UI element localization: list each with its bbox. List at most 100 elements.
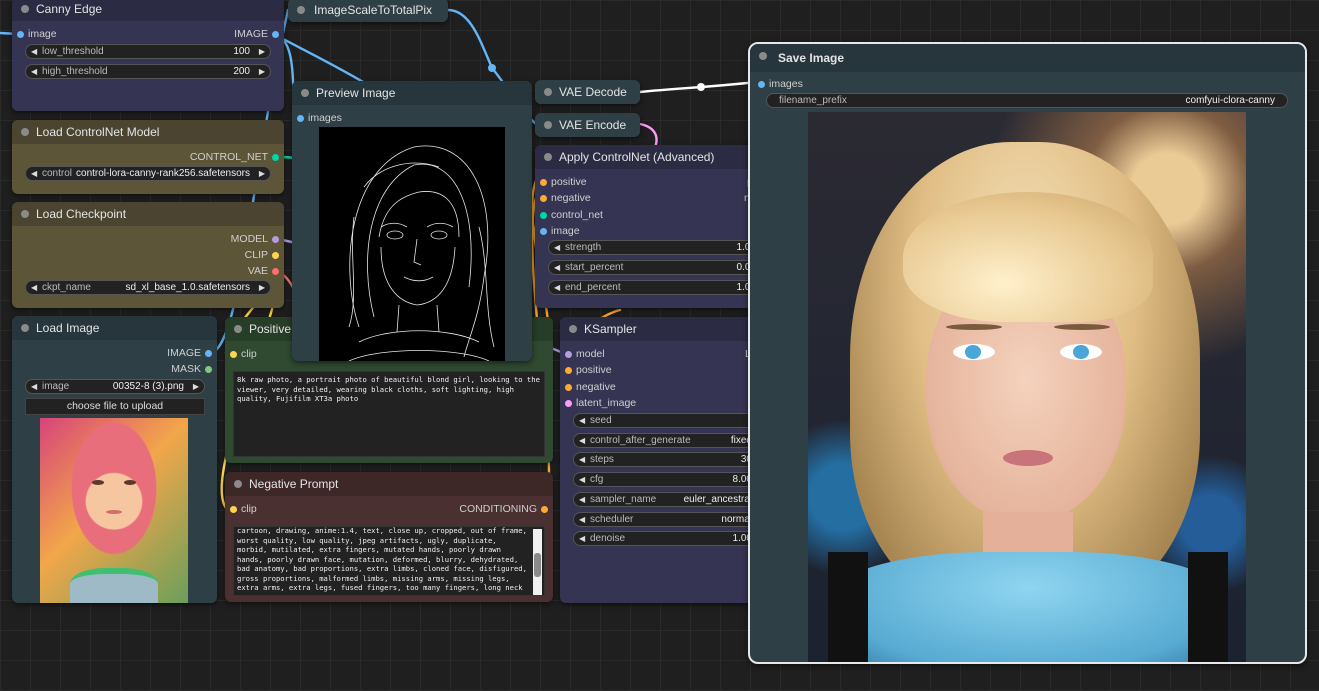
control-net-input-dot[interactable] <box>540 212 547 219</box>
decrement-arrow-icon[interactable]: ◀ <box>31 380 37 393</box>
low-threshold-widget[interactable]: ◀ low_threshold 100 ▶ <box>25 44 271 59</box>
ksampler-widget-sampler-name[interactable]: ◀ sampler_name euler_ancestral <box>573 491 760 507</box>
image-output-dot[interactable] <box>272 31 279 38</box>
image-file-widget[interactable]: ◀ image 00352-8 (3).png ▶ <box>25 379 205 394</box>
vae-encode-title[interactable]: VAE Encode <box>535 113 640 137</box>
load-controlnet-title[interactable]: Load ControlNet Model <box>12 120 284 144</box>
canny-edge-image-output[interactable]: IMAGE <box>160 27 280 41</box>
decrement-arrow-icon[interactable]: ◀ <box>579 414 585 427</box>
ksampler-widget-control-after-generate[interactable]: ◀ control_after_generate fixed <box>573 432 760 448</box>
clip-input-dot[interactable] <box>230 351 237 358</box>
ksampler-title[interactable]: KSampler <box>560 317 760 341</box>
apply-image-input[interactable]: image <box>539 224 659 238</box>
images-input-dot[interactable] <box>758 81 765 88</box>
decrement-arrow-icon[interactable]: ◀ <box>31 65 37 78</box>
ksampler-widget-scheduler[interactable]: ◀ scheduler normal <box>573 511 760 527</box>
preview-images-input[interactable]: images <box>296 111 416 125</box>
ksampler-latent-input[interactable]: latent_image <box>564 396 684 410</box>
clip-input-dot[interactable] <box>230 506 237 513</box>
ckpt-name-widget[interactable]: ◀ ckpt_name sd_xl_base_1.0.safetensors ▶ <box>25 280 271 295</box>
model-input-dot[interactable] <box>565 351 572 358</box>
negative-prompt-title[interactable]: Negative Prompt <box>225 472 553 496</box>
load-checkpoint-node[interactable]: Load Checkpoint MODEL CLIP VAE ◀ ckpt_na… <box>12 202 284 308</box>
conditioning-output[interactable]: CONDITIONING <box>389 502 549 516</box>
canny-edge-node[interactable]: Canny Edge image IMAGE ◀ low_threshold 1… <box>12 0 284 111</box>
end-percent-widget[interactable]: ◀ end_percent 1.00 <box>548 280 760 295</box>
positive-input-dot[interactable] <box>565 367 572 374</box>
positive-prompt-textarea[interactable]: 8k raw photo, a portrait photo of beauti… <box>233 371 545 457</box>
canny-edge-image-input[interactable]: image <box>16 27 136 41</box>
increment-arrow-icon[interactable]: ▶ <box>259 45 265 58</box>
preview-image-title[interactable]: Preview Image <box>292 81 532 105</box>
ksampler-model-input[interactable]: model <box>564 347 684 361</box>
vae-output-dot[interactable] <box>272 268 279 275</box>
control-net-output[interactable]: CONTROL_NET <box>120 150 280 164</box>
vae-decode-node[interactable]: VAE Decode <box>535 80 640 104</box>
decrement-arrow-icon[interactable]: ◀ <box>554 241 560 254</box>
ksampler-widget-denoise[interactable]: ◀ denoise 1.00 <box>573 531 760 547</box>
save-image-node[interactable]: Save Image images filename_prefix comfyu… <box>748 42 1307 664</box>
ksampler-widget-steps[interactable]: ◀ steps 30 <box>573 452 760 468</box>
image-output-dot[interactable] <box>205 350 212 357</box>
negative-input-dot[interactable] <box>540 195 547 202</box>
vae-decode-title[interactable]: VAE Decode <box>535 80 640 104</box>
negative-input-dot[interactable] <box>565 384 572 391</box>
decrement-arrow-icon[interactable]: ◀ <box>579 473 585 486</box>
negative-clip-input[interactable]: clip <box>229 502 349 516</box>
decrement-arrow-icon[interactable]: ◀ <box>31 281 37 294</box>
increment-arrow-icon[interactable]: ▶ <box>259 167 265 180</box>
mask-output-dot[interactable] <box>205 366 212 373</box>
load-image-node[interactable]: Load Image IMAGE MASK ◀ image 00352-8 (3… <box>12 316 217 603</box>
decrement-arrow-icon[interactable]: ◀ <box>579 513 585 526</box>
latent-input-dot[interactable] <box>565 400 572 407</box>
apply-control-net-input[interactable]: control_net <box>539 208 659 222</box>
load-image-image-output[interactable]: IMAGE <box>93 346 213 360</box>
vae-output[interactable]: VAE <box>120 264 280 278</box>
filename-prefix-widget[interactable]: filename_prefix comfyui-clora-canny <box>766 93 1288 108</box>
increment-arrow-icon[interactable]: ▶ <box>259 65 265 78</box>
model-output[interactable]: MODEL <box>120 232 280 246</box>
choose-file-button[interactable]: choose file to upload <box>25 398 205 415</box>
image-input-dot[interactable] <box>17 31 24 38</box>
load-image-title[interactable]: Load Image <box>12 316 217 340</box>
decrement-arrow-icon[interactable]: ◀ <box>554 261 560 274</box>
control-net-output-dot[interactable] <box>272 154 279 161</box>
start-percent-widget[interactable]: ◀ start_percent 0.00 <box>548 260 760 275</box>
vae-encode-node[interactable]: VAE Encode <box>535 113 640 137</box>
ksampler-node[interactable]: KSampler model positive negative latent_… <box>560 317 760 603</box>
decrement-arrow-icon[interactable]: ◀ <box>579 493 585 506</box>
apply-controlnet-title[interactable]: Apply ControlNet (Advanced) <box>535 145 760 169</box>
decrement-arrow-icon[interactable]: ◀ <box>579 532 585 545</box>
apply-positive-input[interactable]: positive <box>539 175 659 189</box>
textarea-scrollbar[interactable] <box>533 529 542 595</box>
negative-prompt-node[interactable]: Negative Prompt clip CONDITIONING cartoo… <box>225 472 553 602</box>
clip-output-dot[interactable] <box>272 252 279 259</box>
ksampler-widget-seed[interactable]: ◀ seed <box>573 413 760 428</box>
load-image-mask-output[interactable]: MASK <box>93 362 213 376</box>
apply-negative-input[interactable]: negative <box>539 191 659 205</box>
decrement-arrow-icon[interactable]: ◀ <box>554 281 560 294</box>
load-controlnet-node[interactable]: Load ControlNet Model CONTROL_NET ◀ cont… <box>12 120 284 194</box>
strength-widget[interactable]: ◀ strength 1.00 <box>548 240 760 255</box>
high-threshold-widget[interactable]: ◀ high_threshold 200 ▶ <box>25 64 271 79</box>
ksampler-negative-input[interactable]: negative <box>564 380 684 394</box>
save-images-input[interactable]: images <box>757 77 877 91</box>
images-input-dot[interactable] <box>297 115 304 122</box>
apply-controlnet-node[interactable]: Apply ControlNet (Advanced) positive neg… <box>535 145 760 308</box>
positive-input-dot[interactable] <box>540 179 547 186</box>
save-image-title[interactable]: Save Image <box>750 44 1305 72</box>
node-graph-canvas[interactable]: Canny Edge image IMAGE ◀ low_threshold 1… <box>0 0 1319 691</box>
image-scale-title[interactable]: ImageScaleToTotalPix <box>288 0 448 22</box>
control-net-name-widget[interactable]: ◀ control control-lora-canny-rank256.saf… <box>25 166 271 181</box>
decrement-arrow-icon[interactable]: ◀ <box>31 167 37 180</box>
increment-arrow-icon[interactable]: ▶ <box>259 281 265 294</box>
clip-output[interactable]: CLIP <box>120 248 280 262</box>
decrement-arrow-icon[interactable]: ◀ <box>579 434 585 447</box>
preview-image-node[interactable]: Preview Image images <box>292 81 532 361</box>
model-output-dot[interactable] <box>272 236 279 243</box>
increment-arrow-icon[interactable]: ▶ <box>193 380 199 393</box>
image-scale-node[interactable]: ImageScaleToTotalPix <box>288 0 448 22</box>
load-checkpoint-title[interactable]: Load Checkpoint <box>12 202 284 226</box>
negative-prompt-textarea[interactable]: cartoon, drawing, anime:1.4, text, close… <box>233 526 545 596</box>
ksampler-widget-cfg[interactable]: ◀ cfg 8.00 <box>573 472 760 488</box>
